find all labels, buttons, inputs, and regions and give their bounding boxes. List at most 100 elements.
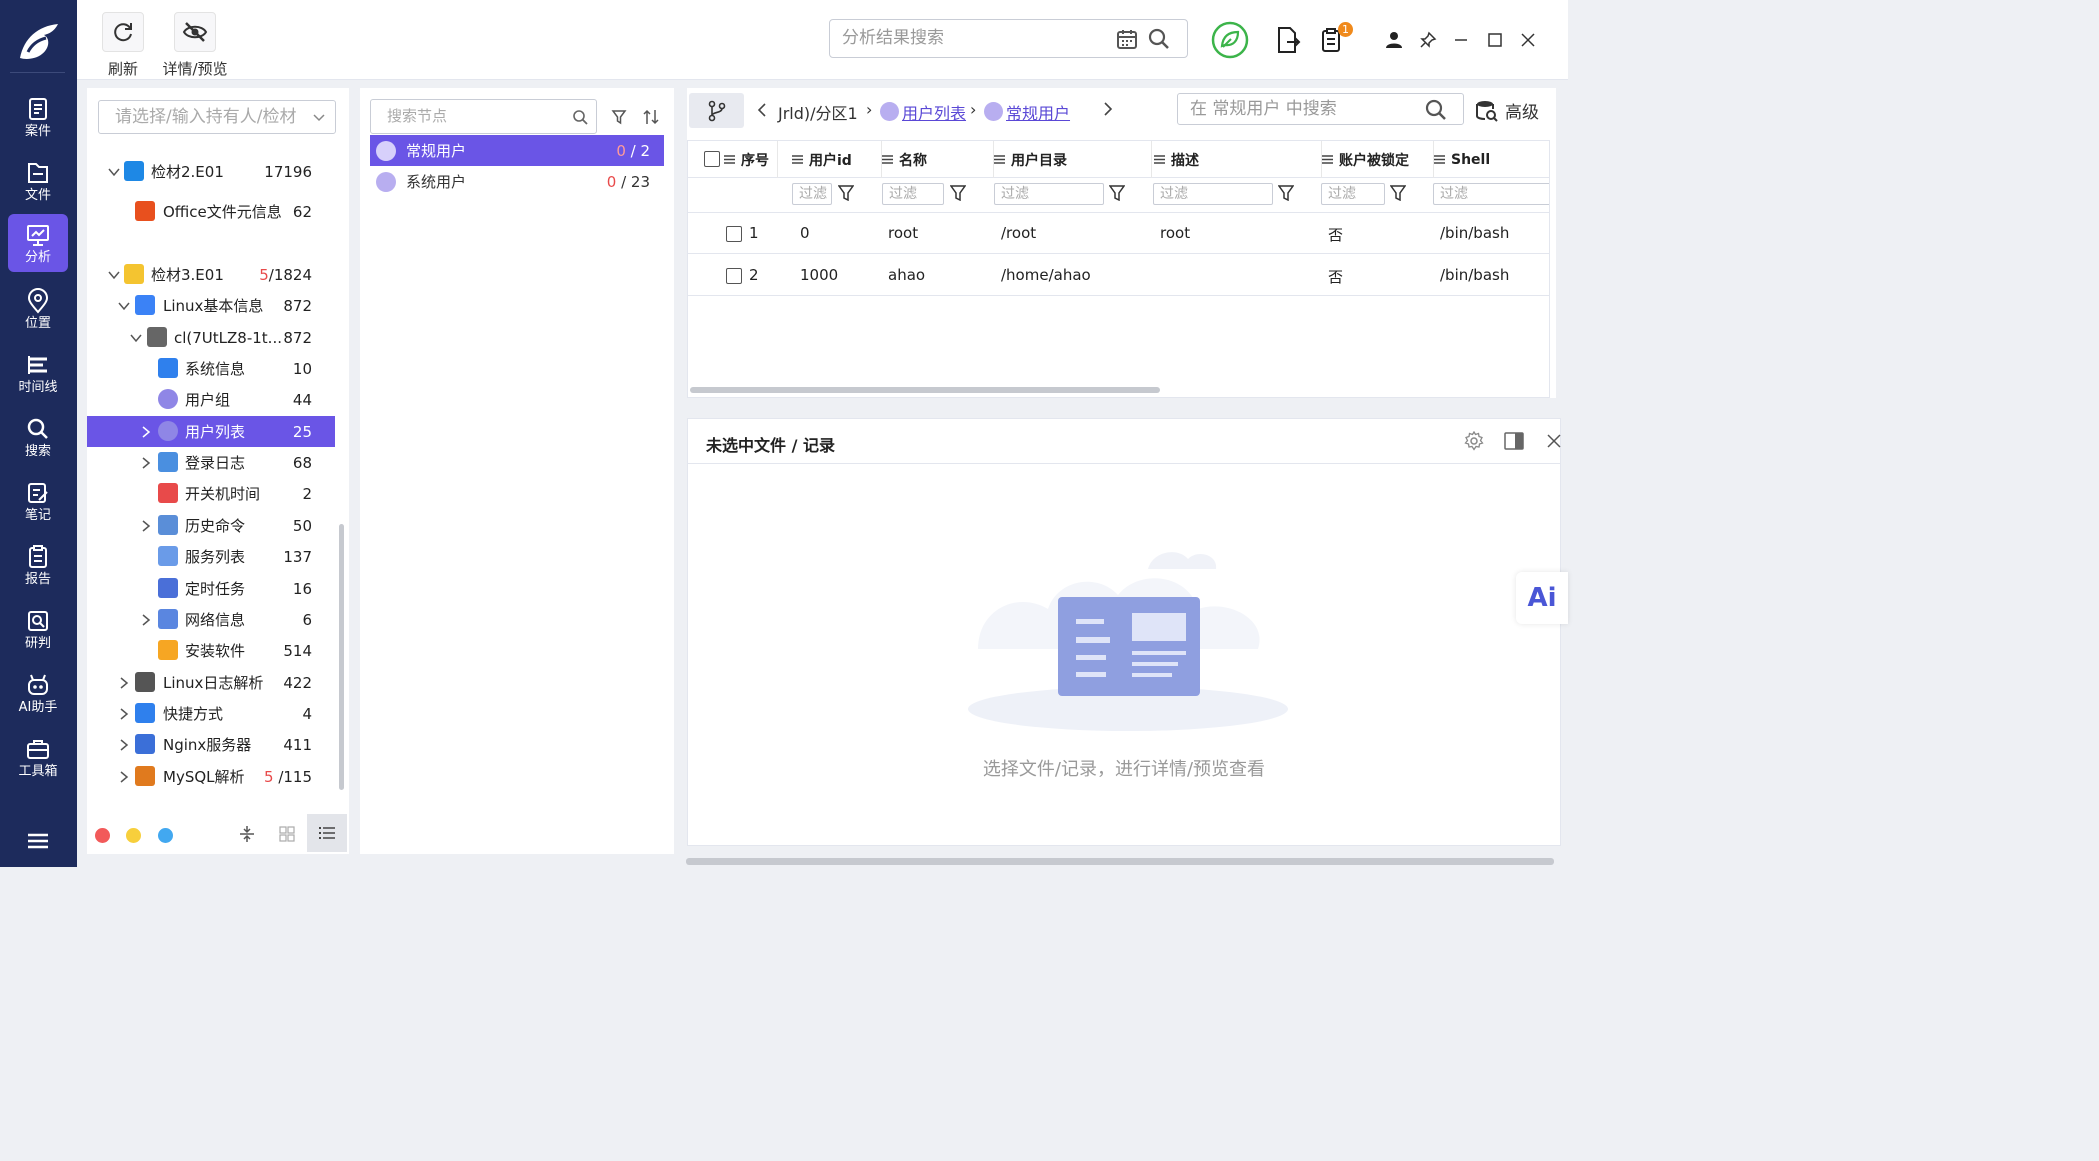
nav-notes[interactable]: 笔记 [8,472,68,530]
status-button[interactable] [1210,20,1250,60]
maximize-button[interactable] [1477,22,1513,58]
column-header[interactable]: 用户id [792,141,882,178]
row-checkbox[interactable] [726,226,742,242]
breadcrumb-partition[interactable]: Jrld)/分区1 [778,100,858,124]
nav-toolbox[interactable]: 工具箱 [8,728,68,786]
filter-input[interactable]: 过滤 [792,183,832,205]
node-item-system-users[interactable]: 系统用户 0 / 23 [370,166,664,197]
column-header[interactable]: 用户目录 [994,141,1152,178]
filter-input[interactable]: 过滤 [994,183,1104,205]
refresh-button[interactable]: 刷新 [93,12,153,79]
owner-select[interactable] [98,100,336,134]
search-icon[interactable] [572,109,588,125]
node-search-input[interactable] [387,107,557,125]
nav-timeline[interactable]: 时间线 [8,344,68,402]
node-search-box[interactable] [370,99,597,134]
table-row[interactable]: 1 0 root /root root 否 /bin/bash [688,213,1549,254]
nav-judge[interactable]: 研判 [8,600,68,658]
nav-analysis[interactable]: 分析 [8,214,68,272]
tree-item[interactable]: 系统信息 10 [87,353,335,384]
column-header[interactable]: 序号 [724,141,778,178]
filter-icon[interactable] [1390,185,1406,201]
column-header[interactable]: 描述 [1154,141,1322,178]
tree-item[interactable]: 检材3.E01 5/1824 [87,259,335,290]
chevron-right-icon[interactable] [139,613,153,627]
chevron-down-icon[interactable] [107,268,121,282]
advanced-search-button[interactable]: 高级 [1475,93,1555,128]
tree-item[interactable]: Office文件元信息 62 [87,196,335,227]
list-view-button[interactable] [307,814,347,852]
nav-file[interactable]: 文件 [8,152,68,210]
tree-item[interactable]: 用户组 44 [87,384,335,415]
red-color-dot[interactable] [95,828,110,843]
chevron-right-icon[interactable] [1103,102,1113,116]
filter-input[interactable]: 过滤 [1153,183,1273,205]
tree-scrollbar[interactable] [339,524,344,790]
chevron-down-icon[interactable] [129,331,143,345]
filter-icon[interactable] [611,109,627,125]
column-header[interactable]: 账户被锁定 [1322,141,1434,178]
chevron-left-icon[interactable] [757,103,767,117]
filter-input[interactable]: 过滤 [1321,183,1385,205]
settings-gear-icon[interactable] [1464,431,1484,451]
bottom-scrollbar[interactable] [686,858,1554,865]
tree-item[interactable]: 用户列表 25 [87,416,335,447]
tree-item[interactable]: 网络信息 6 [87,604,335,635]
tree-item[interactable]: 开关机时间 2 [87,478,335,509]
filter-input[interactable]: 过滤 [1433,183,1549,205]
ai-badge-button[interactable]: Ai [1516,572,1568,624]
result-search-input[interactable] [842,28,1102,48]
sort-icon[interactable] [642,108,660,126]
tree-item[interactable]: 快捷方式 4 [87,698,335,729]
chevron-right-icon[interactable] [117,707,131,721]
close-icon[interactable] [1546,433,1562,449]
pin-button[interactable] [1410,22,1446,58]
grid-view-icon[interactable] [279,826,295,842]
tree-item[interactable]: Nginx服务器 411 [87,729,335,760]
branch-button[interactable] [689,93,744,128]
blue-color-dot[interactable] [158,828,173,843]
nav-ai-assistant[interactable]: AI助手 [8,664,68,722]
tree-item[interactable]: 检材2.E01 17196 [87,156,335,187]
nav-search[interactable]: 搜索 [8,408,68,466]
collapse-all-icon[interactable] [237,824,257,844]
tree-item[interactable]: 定时任务 16 [87,573,335,604]
filter-icon[interactable] [1109,185,1125,201]
minimize-button[interactable] [1443,22,1479,58]
tree-item[interactable]: MySQL解析 5 /115 [87,761,335,792]
calendar-icon[interactable] [1116,28,1138,50]
chevron-right-icon[interactable] [139,456,153,470]
chevron-right-icon[interactable] [117,770,131,784]
filter-input[interactable]: 过滤 [882,183,944,205]
nav-report[interactable]: 报告 [8,536,68,594]
chevron-right-icon[interactable] [117,676,131,690]
search-icon[interactable] [1425,99,1447,121]
split-view-icon[interactable] [1504,431,1524,451]
result-search-box[interactable] [829,19,1188,58]
chevron-down-icon[interactable] [107,165,121,179]
table-row[interactable]: 2 1000 ahao /home/ahao 否 /bin/bash [688,255,1549,296]
tree-item[interactable]: Linux基本信息 872 [87,290,335,321]
tree-item[interactable]: 服务列表 137 [87,541,335,572]
menu-icon[interactable] [26,832,50,850]
row-checkbox[interactable] [726,268,742,284]
table-horizontal-scrollbar[interactable] [690,387,1160,393]
nav-case[interactable]: 案件 [8,88,68,146]
tree-item[interactable]: 历史命令 50 [87,510,335,541]
owner-select-input[interactable] [115,107,305,127]
breadcrumb-user-list[interactable]: 用户列表 [902,100,966,124]
export-button[interactable] [1270,22,1306,58]
detail-preview-button[interactable]: 详情/预览 [162,12,228,79]
tree-item[interactable]: 安装软件 514 [87,635,335,666]
node-item-regular-users[interactable]: 常规用户 0 / 2 [370,135,664,166]
tree-item[interactable]: cl(7UtLZ8-1t... 872 [87,322,335,353]
chevron-right-icon[interactable] [117,738,131,752]
scoped-search-box[interactable] [1177,93,1464,125]
tree-item[interactable]: Linux日志解析 422 [87,667,335,698]
yellow-color-dot[interactable] [126,828,141,843]
filter-icon[interactable] [950,185,966,201]
close-button[interactable] [1510,22,1546,58]
breadcrumb-regular-users[interactable]: 常规用户 [1006,100,1070,124]
select-all-checkbox[interactable] [704,151,720,167]
chevron-right-icon[interactable] [139,425,153,439]
